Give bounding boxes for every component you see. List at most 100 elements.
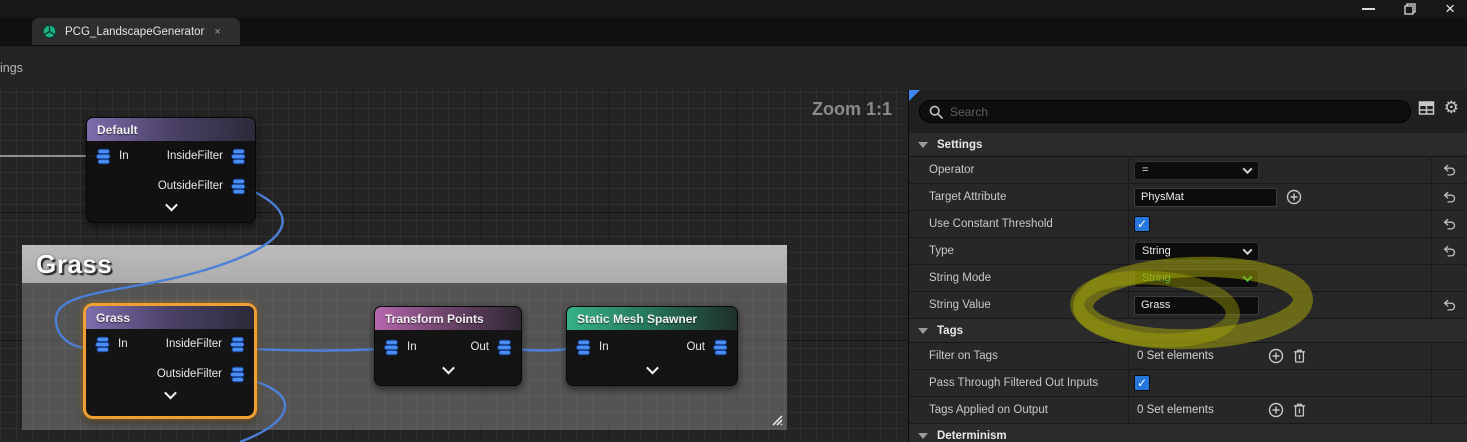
details-panel: ⚙ Settings Operator = Target Att	[908, 90, 1467, 442]
restore-icon	[1404, 3, 1416, 15]
pin-icon	[94, 336, 111, 353]
row-string-mode: String Mode String	[909, 265, 1467, 292]
chevron-down-icon	[646, 362, 659, 375]
comment-resize-handle[interactable]	[769, 412, 784, 427]
pin-icon	[383, 339, 400, 356]
pcg-asset-icon	[42, 24, 57, 39]
title-bar: ×	[0, 0, 1467, 18]
reset-to-default-icon[interactable]	[1443, 244, 1457, 259]
toolbar: ings	[0, 45, 1467, 90]
pin-spawner-in[interactable]: In	[575, 339, 609, 356]
pin-icon	[230, 178, 247, 195]
unreal-pcg-editor-window: × PCG_LandscapeGenerator × ings Zoom 1:1…	[0, 0, 1467, 442]
node-collapse-button[interactable]	[375, 364, 521, 382]
add-attribute-icon[interactable]	[1286, 189, 1302, 205]
row-operator: Operator =	[909, 157, 1467, 184]
pin-icon	[95, 148, 112, 165]
node-static-mesh-spawner[interactable]: Static Mesh Spawner In Out	[566, 306, 738, 386]
chevron-down-icon	[1243, 164, 1253, 174]
tab-close-icon[interactable]: ×	[214, 26, 220, 38]
row-type: Type String	[909, 238, 1467, 265]
node-spawner-header[interactable]: Static Mesh Spawner	[567, 307, 737, 330]
tab-pcg-landscapegenerator[interactable]: PCG_LandscapeGenerator ×	[32, 18, 240, 45]
comment-header[interactable]: Grass	[22, 245, 787, 283]
row-target-attribute: Target Attribute	[909, 184, 1467, 211]
pin-icon	[575, 339, 592, 356]
add-element-icon[interactable]	[1268, 402, 1284, 418]
node-title: Grass	[96, 311, 130, 325]
reset-to-default-icon[interactable]	[1443, 298, 1457, 313]
use-constant-threshold-checkbox[interactable]: ✓	[1134, 216, 1150, 232]
row-tags-applied: Tags Applied on Output 0 Set elements	[909, 397, 1467, 424]
pin-icon	[712, 339, 729, 356]
restore-button[interactable]	[1404, 3, 1416, 15]
chevron-down-icon	[1243, 272, 1253, 282]
section-settings[interactable]: Settings	[909, 133, 1467, 157]
node-title: Default	[97, 123, 138, 137]
clear-elements-trash-icon[interactable]	[1293, 402, 1306, 418]
chevron-down-icon	[442, 362, 455, 375]
gear-icon[interactable]: ⚙	[1444, 99, 1459, 116]
row-use-constant-threshold: Use Constant Threshold ✓	[909, 211, 1467, 238]
node-grass-header[interactable]: Grass	[86, 306, 254, 329]
pin-transform-in[interactable]: In	[383, 339, 417, 356]
node-collapse-button[interactable]	[86, 389, 254, 407]
pin-icon	[496, 339, 513, 356]
minimize-button[interactable]	[1362, 8, 1375, 10]
string-mode-dropdown[interactable]: String	[1134, 269, 1259, 288]
display-filter-icon[interactable]	[1418, 100, 1435, 116]
row-filter-on-tags: Filter on Tags 0 Set elements	[909, 343, 1467, 370]
chevron-down-icon	[164, 387, 177, 400]
row-string-value: String Value	[909, 292, 1467, 319]
type-dropdown[interactable]: String	[1134, 242, 1259, 261]
section-determinism[interactable]: Determinism	[909, 424, 1467, 442]
clear-elements-trash-icon[interactable]	[1293, 348, 1306, 364]
section-tags[interactable]: Tags	[909, 319, 1467, 343]
details-search-row: ⚙	[909, 90, 1467, 133]
section-collapse-icon	[918, 433, 928, 439]
pin-grass-in[interactable]: In	[94, 336, 128, 353]
section-collapse-icon	[918, 328, 928, 334]
add-element-icon[interactable]	[1268, 348, 1284, 364]
toolbar-clipped-label: ings	[0, 46, 23, 91]
chevron-down-icon	[1243, 245, 1253, 255]
node-title: Transform Points	[385, 312, 484, 326]
node-collapse-button[interactable]	[567, 364, 737, 382]
pin-default-insidefilter[interactable]: InsideFilter	[167, 148, 247, 165]
search-input[interactable]	[950, 105, 1401, 119]
pin-grass-outsidefilter[interactable]: OutsideFilter	[157, 366, 246, 383]
pcg-graph-canvas[interactable]: Zoom 1:1 Grass	[0, 90, 908, 442]
row-pass-through: Pass Through Filtered Out Inputs ✓	[909, 370, 1467, 397]
comment-title: Grass	[36, 249, 112, 280]
tab-label: PCG_LandscapeGenerator	[65, 26, 204, 38]
pin-icon	[230, 148, 247, 165]
panel-drag-corner	[909, 90, 920, 101]
target-attribute-input[interactable]	[1134, 188, 1277, 207]
close-window-button[interactable]: ×	[1445, 2, 1455, 16]
chevron-down-icon	[165, 199, 178, 212]
pin-icon	[229, 336, 246, 353]
node-transform-header[interactable]: Transform Points	[375, 307, 521, 330]
pin-default-in[interactable]: In	[95, 148, 129, 165]
reset-to-default-icon[interactable]	[1443, 190, 1457, 205]
pass-through-checkbox[interactable]: ✓	[1134, 375, 1150, 391]
pin-grass-insidefilter[interactable]: InsideFilter	[166, 336, 246, 353]
node-default-header[interactable]: Default	[87, 118, 255, 141]
search-box[interactable]	[919, 100, 1411, 123]
zoom-level-label: Zoom 1:1	[812, 99, 892, 120]
pin-icon	[229, 366, 246, 383]
node-title: Static Mesh Spawner	[577, 312, 697, 326]
pin-default-outsidefilter[interactable]: OutsideFilter	[158, 178, 247, 195]
search-icon	[929, 105, 943, 119]
node-transform-points[interactable]: Transform Points In Out	[374, 306, 522, 386]
node-collapse-button[interactable]	[87, 201, 255, 219]
operator-dropdown[interactable]: =	[1134, 161, 1259, 180]
reset-to-default-icon[interactable]	[1443, 163, 1457, 178]
pin-spawner-out[interactable]: Out	[686, 339, 729, 356]
node-grass[interactable]: Grass In InsideFilter OutsideFilter	[83, 303, 257, 419]
string-value-input[interactable]	[1134, 296, 1259, 315]
tab-strip: PCG_LandscapeGenerator ×	[0, 18, 1467, 45]
node-default[interactable]: Default In InsideFilter OutsideFilter	[86, 117, 256, 223]
pin-transform-out[interactable]: Out	[470, 339, 513, 356]
reset-to-default-icon[interactable]	[1443, 217, 1457, 232]
